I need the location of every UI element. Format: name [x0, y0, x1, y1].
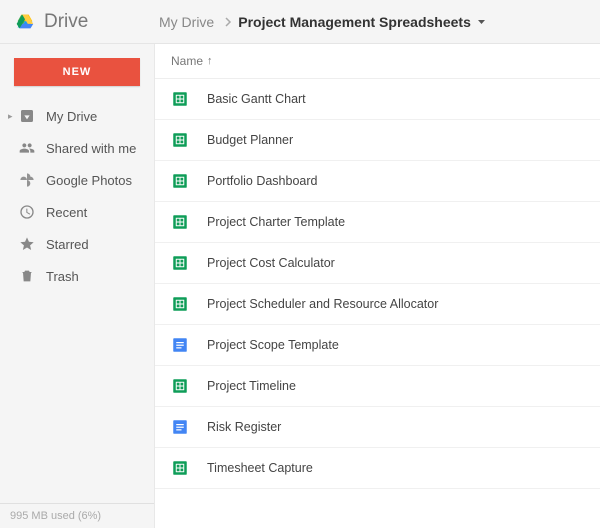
file-list-panel: Name ↑ Basic Gantt Chart Budget Planner Po… — [155, 44, 600, 528]
breadcrumb-current[interactable]: Project Management Spreadsheets — [238, 14, 486, 30]
new-button[interactable]: NEW — [14, 58, 140, 86]
file-name: Basic Gantt Chart — [207, 92, 306, 106]
file-name: Timesheet Capture — [207, 461, 313, 475]
column-header-name[interactable]: Name ↑ — [155, 44, 600, 79]
sidebar-item-label: Google Photos — [46, 173, 132, 188]
doc-icon — [171, 336, 189, 354]
logo-area[interactable]: Drive — [0, 11, 155, 33]
breadcrumb: My Drive Project Management Spreadsheets — [155, 14, 486, 30]
file-row[interactable]: Budget Planner — [155, 120, 600, 161]
sidebar-item-label: Starred — [46, 237, 89, 252]
clock-icon — [18, 203, 36, 221]
file-name: Project Cost Calculator — [207, 256, 335, 270]
top-header: Drive My Drive Project Management Spread… — [0, 0, 600, 44]
sidebar-item-my-drive[interactable]: ▸ My Drive — [0, 100, 154, 132]
sheet-icon — [171, 254, 189, 272]
file-name: Project Charter Template — [207, 215, 345, 229]
photos-icon — [18, 171, 36, 189]
file-name: Budget Planner — [207, 133, 293, 147]
doc-icon — [171, 418, 189, 436]
sidebar-item-shared[interactable]: Shared with me — [0, 132, 154, 164]
shared-icon — [18, 139, 36, 157]
file-row[interactable]: Project Scheduler and Resource Allocator — [155, 284, 600, 325]
file-row[interactable]: Project Timeline — [155, 366, 600, 407]
app-name: Drive — [44, 11, 88, 33]
file-name: Project Scheduler and Resource Allocator — [207, 297, 438, 311]
chevron-right-icon — [224, 17, 232, 27]
file-row[interactable]: Project Charter Template — [155, 202, 600, 243]
file-row[interactable]: Project Cost Calculator — [155, 243, 600, 284]
sidebar: NEW ▸ My Drive Shared with me — [0, 44, 155, 528]
file-name: Risk Register — [207, 420, 281, 434]
sheet-icon — [171, 377, 189, 395]
trash-icon — [18, 267, 36, 285]
sheet-icon — [171, 213, 189, 231]
storage-quota[interactable]: 995 MB used (6%) — [0, 503, 154, 528]
file-row[interactable]: Risk Register — [155, 407, 600, 448]
sidebar-nav: ▸ My Drive Shared with me Google Photos — [0, 100, 154, 292]
sheet-icon — [171, 172, 189, 190]
sidebar-item-trash[interactable]: Trash — [0, 260, 154, 292]
file-row[interactable]: Timesheet Capture — [155, 448, 600, 489]
file-row[interactable]: Portfolio Dashboard — [155, 161, 600, 202]
sidebar-item-label: Trash — [46, 269, 79, 284]
sheet-icon — [171, 459, 189, 477]
file-row[interactable]: Basic Gantt Chart — [155, 79, 600, 120]
sidebar-item-recent[interactable]: Recent — [0, 196, 154, 228]
sheet-icon — [171, 131, 189, 149]
sheet-icon — [171, 90, 189, 108]
sidebar-item-starred[interactable]: Starred — [0, 228, 154, 260]
expand-triangle-icon[interactable]: ▸ — [8, 111, 18, 122]
file-row[interactable]: Project Scope Template — [155, 325, 600, 366]
body-container: NEW ▸ My Drive Shared with me — [0, 44, 600, 528]
column-name-label: Name — [171, 54, 203, 68]
file-rows: Basic Gantt Chart Budget Planner Portfolio… — [155, 79, 600, 489]
sidebar-item-photos[interactable]: Google Photos — [0, 164, 154, 196]
sidebar-item-label: Shared with me — [46, 141, 136, 156]
sidebar-item-label: My Drive — [46, 109, 97, 124]
breadcrumb-current-label: Project Management Spreadsheets — [238, 14, 471, 30]
sort-ascending-icon: ↑ — [207, 55, 213, 67]
breadcrumb-root[interactable]: My Drive — [159, 14, 214, 30]
my-drive-icon — [18, 107, 36, 125]
file-name: Portfolio Dashboard — [207, 174, 317, 188]
caret-down-icon — [477, 19, 486, 25]
file-name: Project Scope Template — [207, 338, 339, 352]
sheet-icon — [171, 295, 189, 313]
drive-logo-icon — [14, 11, 36, 33]
star-icon — [18, 235, 36, 253]
file-name: Project Timeline — [207, 379, 296, 393]
sidebar-item-label: Recent — [46, 205, 87, 220]
